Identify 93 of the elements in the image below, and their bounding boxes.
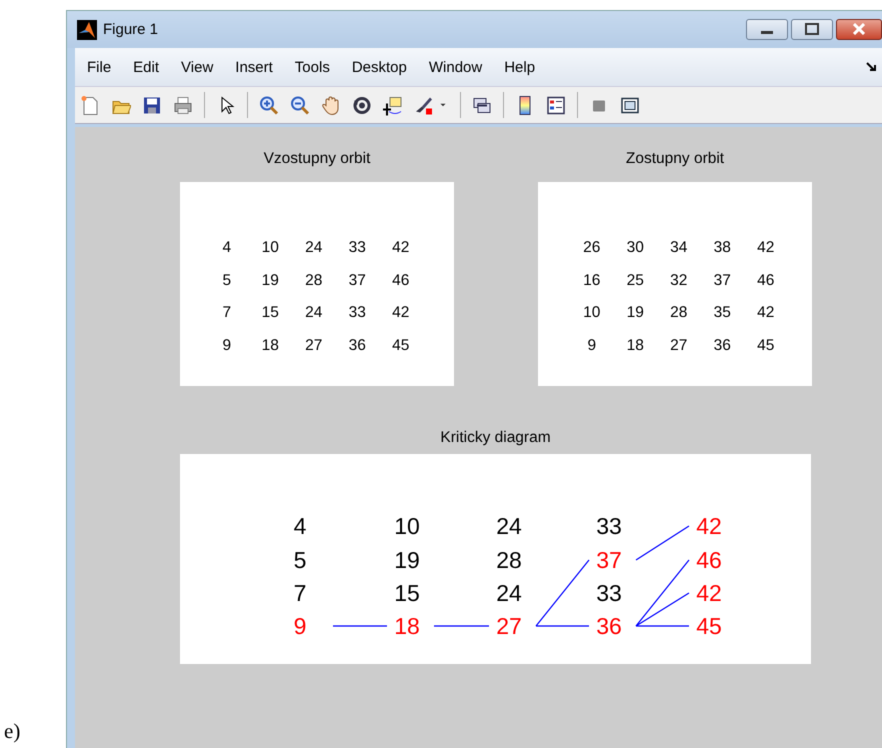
table-cell-text: 33 [348, 238, 367, 258]
table-cell-text: 35 [712, 303, 732, 323]
diagram-value: 46 [696, 547, 722, 573]
table-cell-text: 24 [304, 303, 324, 323]
table-cell-text: 27 [304, 336, 324, 356]
data-cursor-icon[interactable] [383, 94, 403, 116]
diagram-value: 28 [496, 547, 522, 573]
table-title: Vzostupny orbit [264, 149, 370, 169]
diagram-value: 19 [394, 547, 420, 573]
maximize-icon [805, 23, 819, 35]
table-cell-text: 32 [669, 270, 688, 290]
table-cell-text: 36 [348, 336, 367, 356]
menu-item[interactable]: View [181, 58, 214, 76]
table-cell-text: 7 [221, 303, 232, 323]
legend-icon[interactable] [546, 94, 566, 116]
table-cell-text: 42 [756, 303, 776, 323]
diagram-value: 9 [294, 613, 306, 639]
diagram-value: 36 [596, 613, 622, 639]
table-cell-text: 42 [391, 238, 410, 258]
table-cell-text: 9 [221, 336, 232, 356]
menu-item[interactable]: File [87, 58, 112, 76]
new-file-icon[interactable] [80, 94, 100, 116]
menu-item[interactable]: Edit [133, 58, 160, 76]
table-cell-text: 28 [669, 303, 688, 323]
table-cell-text: 37 [712, 270, 732, 290]
table-cell-text: 19 [260, 270, 280, 290]
table-cell-text: 42 [756, 238, 776, 258]
table-cell-text: 30 [626, 238, 645, 258]
table-cell-text: 25 [626, 270, 645, 290]
brush-icon[interactable] [414, 94, 434, 116]
diagram-value: 27 [496, 613, 522, 639]
table-cell-text: 45 [391, 336, 410, 356]
table-cell-text: 15 [260, 303, 280, 323]
table-cell-text: 46 [391, 270, 410, 290]
minimize-button[interactable] [746, 19, 788, 40]
diagram-title: Kriticky diagram [440, 428, 551, 448]
hand-icon[interactable] [321, 94, 341, 116]
diagram-value: 37 [596, 547, 622, 573]
diagram-value: 5 [294, 547, 306, 573]
menu-item[interactable]: Insert [235, 58, 273, 76]
menu-item[interactable]: Help [504, 58, 536, 76]
diagram-value: 33 [596, 580, 622, 606]
connector-line [434, 625, 489, 627]
table-cell-text: 26 [582, 238, 602, 258]
table-cell-text: 42 [391, 303, 410, 323]
maximize-button[interactable] [791, 19, 833, 40]
diagram-value: 24 [496, 513, 522, 539]
table-cell-text: 10 [582, 303, 602, 323]
table-cell-text: 18 [626, 336, 645, 356]
table-cell-text: 10 [260, 238, 280, 258]
table-cell-text: 18 [260, 336, 280, 356]
save-icon[interactable] [142, 94, 162, 116]
window-title: Figure 1 [103, 21, 160, 38]
diagram-value: 42 [696, 580, 722, 606]
diagram-value: 10 [394, 513, 420, 539]
table-cell-text: 34 [669, 238, 688, 258]
table-title: Zostupny orbit [626, 149, 724, 169]
app-logo-icon [77, 20, 97, 40]
diagram-value: 33 [596, 513, 622, 539]
diagram-value: 4 [294, 513, 306, 539]
table-cell-text: 19 [626, 303, 645, 323]
connector-line [333, 625, 387, 627]
zoom-in-icon[interactable] [259, 94, 279, 116]
caption-label: e) [4, 719, 20, 743]
menu-item[interactable]: Window [428, 58, 482, 76]
table-cell-text: 24 [304, 238, 324, 258]
diagram-value: 18 [394, 613, 420, 639]
minimize-icon [761, 31, 773, 34]
menu-item[interactable]: Desktop [352, 58, 407, 76]
table-cell-text: 9 [586, 336, 598, 356]
diagram-value: 7 [294, 580, 306, 606]
menu-item[interactable]: Tools [294, 58, 330, 76]
table-cell-text: 36 [712, 336, 732, 356]
table-cell-text: 16 [582, 270, 602, 290]
table-cell-text: 4 [221, 238, 232, 258]
diagram-value: 42 [696, 513, 722, 539]
diagram-value: 15 [394, 580, 420, 606]
diagram-value: 24 [496, 580, 522, 606]
rotate-icon[interactable] [352, 94, 372, 116]
table-cell-text: 5 [221, 270, 232, 290]
zoom-out-icon[interactable] [290, 94, 310, 116]
table-cell-text: 38 [712, 238, 732, 258]
diagram-value: 45 [696, 613, 722, 639]
table-cell-text: 27 [669, 336, 688, 356]
print-icon[interactable] [173, 94, 193, 116]
table-cell-text: 45 [756, 336, 776, 356]
dock-arrow-icon[interactable] [866, 61, 878, 73]
close-icon [853, 23, 865, 35]
table-cell-text: 46 [756, 270, 776, 290]
table-cell-text: 37 [348, 270, 367, 290]
table-cell-text: 33 [348, 303, 367, 323]
close-button[interactable] [836, 19, 882, 40]
table-cell-text: 28 [304, 270, 324, 290]
